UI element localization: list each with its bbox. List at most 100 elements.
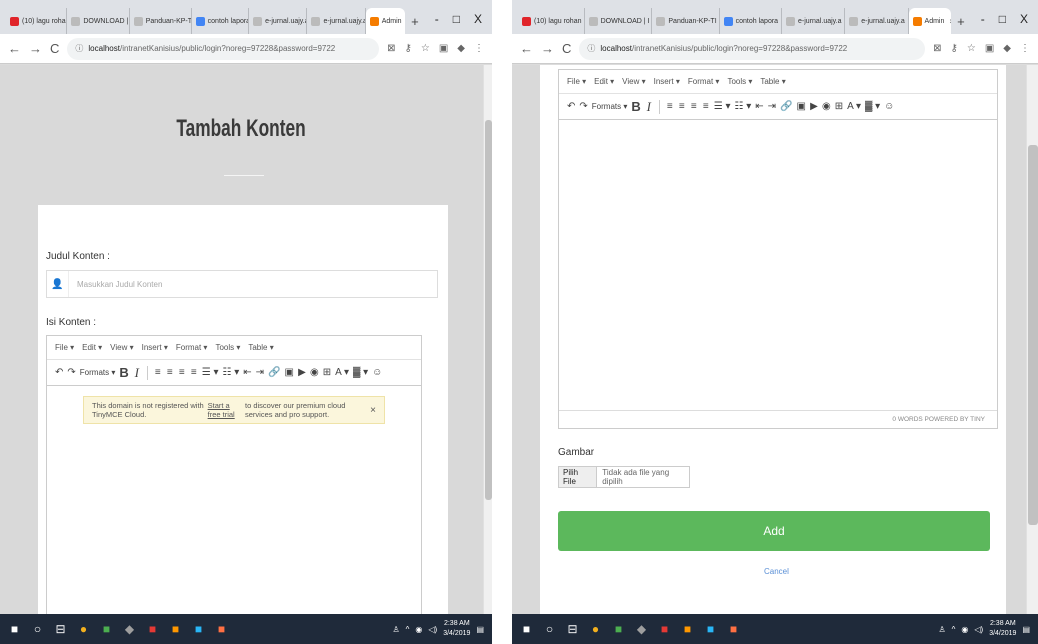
volume-icon[interactable]: ◁): [428, 625, 437, 634]
reload-icon[interactable]: C: [562, 41, 571, 56]
menu-view[interactable]: View ▾: [110, 343, 133, 352]
judul-input[interactable]: 👤 Masukkan Judul Konten: [46, 270, 438, 298]
undo-icon[interactable]: ↶: [567, 101, 575, 112]
numbered-list-icon[interactable]: ☷ ▾: [735, 101, 752, 112]
menu-table[interactable]: Table ▾: [760, 77, 785, 86]
app-red-icon[interactable]: ■: [146, 622, 159, 636]
editor-content-area[interactable]: This domain is not registered with TinyM…: [47, 386, 421, 614]
app-red-icon[interactable]: ■: [658, 622, 671, 636]
menu-edit[interactable]: Edit ▾: [82, 343, 102, 352]
browser-tab[interactable]: Admin×: [908, 8, 952, 34]
italic-button[interactable]: I: [133, 365, 141, 381]
cancel-link[interactable]: Cancel: [764, 567, 789, 576]
align-right-icon[interactable]: ≡: [178, 367, 186, 378]
files-icon[interactable]: ■: [100, 622, 113, 636]
clock[interactable]: 2:38 AM 3/4/2019: [989, 619, 1016, 639]
forward-icon[interactable]: →: [29, 41, 42, 56]
browser-tab[interactable]: Panduan-KP-TI×: [130, 8, 192, 34]
network-icon[interactable]: ◉: [415, 625, 422, 634]
bold-button[interactable]: B: [119, 365, 128, 380]
emoticons-icon[interactable]: ☺: [372, 367, 382, 378]
align-left-icon[interactable]: ≡: [666, 101, 674, 112]
maximize-button[interactable]: □: [999, 12, 1006, 26]
browser-tab[interactable]: DOWNLOAD | I×: [67, 8, 130, 34]
extension-icon[interactable]: ▣: [439, 43, 448, 54]
browser-tab[interactable]: DOWNLOAD | I×: [585, 8, 653, 34]
rich-text-editor[interactable]: File ▾ Edit ▾ View ▾ Insert ▾ Format ▾ T…: [558, 69, 998, 429]
network-icon[interactable]: ◉: [961, 625, 968, 634]
volume-icon[interactable]: ◁): [974, 625, 983, 634]
people-icon[interactable]: ♙: [392, 625, 399, 634]
browser-tab[interactable]: (10) lagu rohan×: [518, 8, 585, 34]
numbered-list-icon[interactable]: ☷ ▾: [223, 367, 240, 378]
browser-tab[interactable]: e-jurnal.uajy.a×: [845, 8, 909, 34]
browser-tab[interactable]: e-jurnal.uajy.a×: [307, 8, 366, 34]
menu-edit[interactable]: Edit ▾: [594, 77, 614, 86]
browser-tab[interactable]: e-jurnal.uajy.a×: [782, 8, 846, 34]
notice-close-icon[interactable]: ×: [370, 405, 376, 416]
minimize-button[interactable]: -: [435, 12, 439, 26]
menu-icon[interactable]: ⋮: [474, 43, 484, 54]
table-icon[interactable]: ⊞: [835, 101, 843, 112]
close-window-button[interactable]: X: [474, 12, 482, 26]
page-scrollbar[interactable]: [1026, 65, 1038, 614]
new-tab-button[interactable]: +: [951, 14, 971, 34]
menu-insert[interactable]: Insert ▾: [142, 343, 168, 352]
align-right-icon[interactable]: ≡: [690, 101, 698, 112]
menu-tools[interactable]: Tools ▾: [215, 343, 240, 352]
notifications-icon[interactable]: ▤: [476, 625, 484, 634]
file-input[interactable]: Pilih File Tidak ada file yang dipilih: [558, 466, 690, 488]
files-icon[interactable]: ■: [612, 622, 625, 636]
scrollbar-thumb[interactable]: [1028, 145, 1038, 525]
maximize-button[interactable]: □: [453, 12, 460, 26]
notifications-icon[interactable]: ▤: [1022, 625, 1030, 634]
editor-content-area[interactable]: [559, 120, 997, 410]
task-view-icon[interactable]: ⊟: [566, 622, 579, 636]
browser-tab[interactable]: e-jurnal.uajy.a×: [249, 8, 308, 34]
task-view-icon[interactable]: ⊟: [54, 622, 67, 636]
align-center-icon[interactable]: ≡: [678, 101, 686, 112]
star-icon[interactable]: ☆: [967, 43, 976, 54]
image-icon[interactable]: ▣: [285, 367, 294, 378]
menu-file[interactable]: File ▾: [55, 343, 74, 352]
translate-icon[interactable]: ⊠: [387, 43, 395, 54]
bullet-list-icon[interactable]: ☰ ▾: [714, 101, 731, 112]
background-color-icon[interactable]: ▓ ▾: [353, 367, 368, 378]
translate-icon[interactable]: ⊠: [933, 43, 941, 54]
windows-icon[interactable]: ■: [8, 622, 21, 636]
app-orange2-icon[interactable]: ■: [215, 622, 228, 636]
text-color-icon[interactable]: A ▾: [847, 101, 861, 112]
bullet-list-icon[interactable]: ☰ ▾: [202, 367, 219, 378]
app-blue-icon[interactable]: ■: [192, 622, 205, 636]
menu-tools[interactable]: Tools ▾: [727, 77, 752, 86]
browser-tab[interactable]: Panduan-KP-TI×: [652, 8, 720, 34]
back-icon[interactable]: ←: [8, 41, 21, 56]
image-icon[interactable]: ▣: [797, 101, 806, 112]
menu-format[interactable]: Format ▾: [688, 77, 720, 86]
menu-icon[interactable]: ⋮: [1020, 43, 1030, 54]
italic-button[interactable]: I: [645, 99, 653, 115]
star-icon[interactable]: ☆: [421, 43, 430, 54]
url-field[interactable]: ⓘ localhost/intranetKanisius/public/logi…: [579, 37, 926, 60]
minimize-button[interactable]: -: [981, 12, 985, 26]
redo-icon[interactable]: ↷: [67, 367, 75, 378]
align-center-icon[interactable]: ≡: [166, 367, 174, 378]
justify-icon[interactable]: ≡: [190, 367, 198, 378]
browser-tab[interactable]: (10) lagu rohan×: [6, 8, 68, 34]
formats-dropdown[interactable]: Formats ▾: [592, 102, 628, 111]
windows-icon[interactable]: ■: [520, 622, 533, 636]
media-icon[interactable]: ▶: [810, 101, 818, 112]
link-icon[interactable]: 🔗: [268, 367, 280, 378]
text-color-icon[interactable]: A ▾: [335, 367, 349, 378]
tray-chevron-icon[interactable]: ^: [952, 625, 956, 634]
scrollbar-thumb[interactable]: [485, 120, 492, 500]
choose-file-button[interactable]: Pilih File: [559, 467, 598, 487]
media-icon[interactable]: ▶: [298, 367, 306, 378]
menu-format[interactable]: Format ▾: [176, 343, 208, 352]
preview-icon[interactable]: ◉: [822, 101, 831, 112]
info-icon[interactable]: ⓘ: [587, 43, 595, 54]
outdent-icon[interactable]: ⇤: [755, 101, 763, 112]
key-icon[interactable]: ⚷: [951, 43, 958, 54]
tray-chevron-icon[interactable]: ^: [406, 625, 410, 634]
redo-icon[interactable]: ↷: [579, 101, 587, 112]
